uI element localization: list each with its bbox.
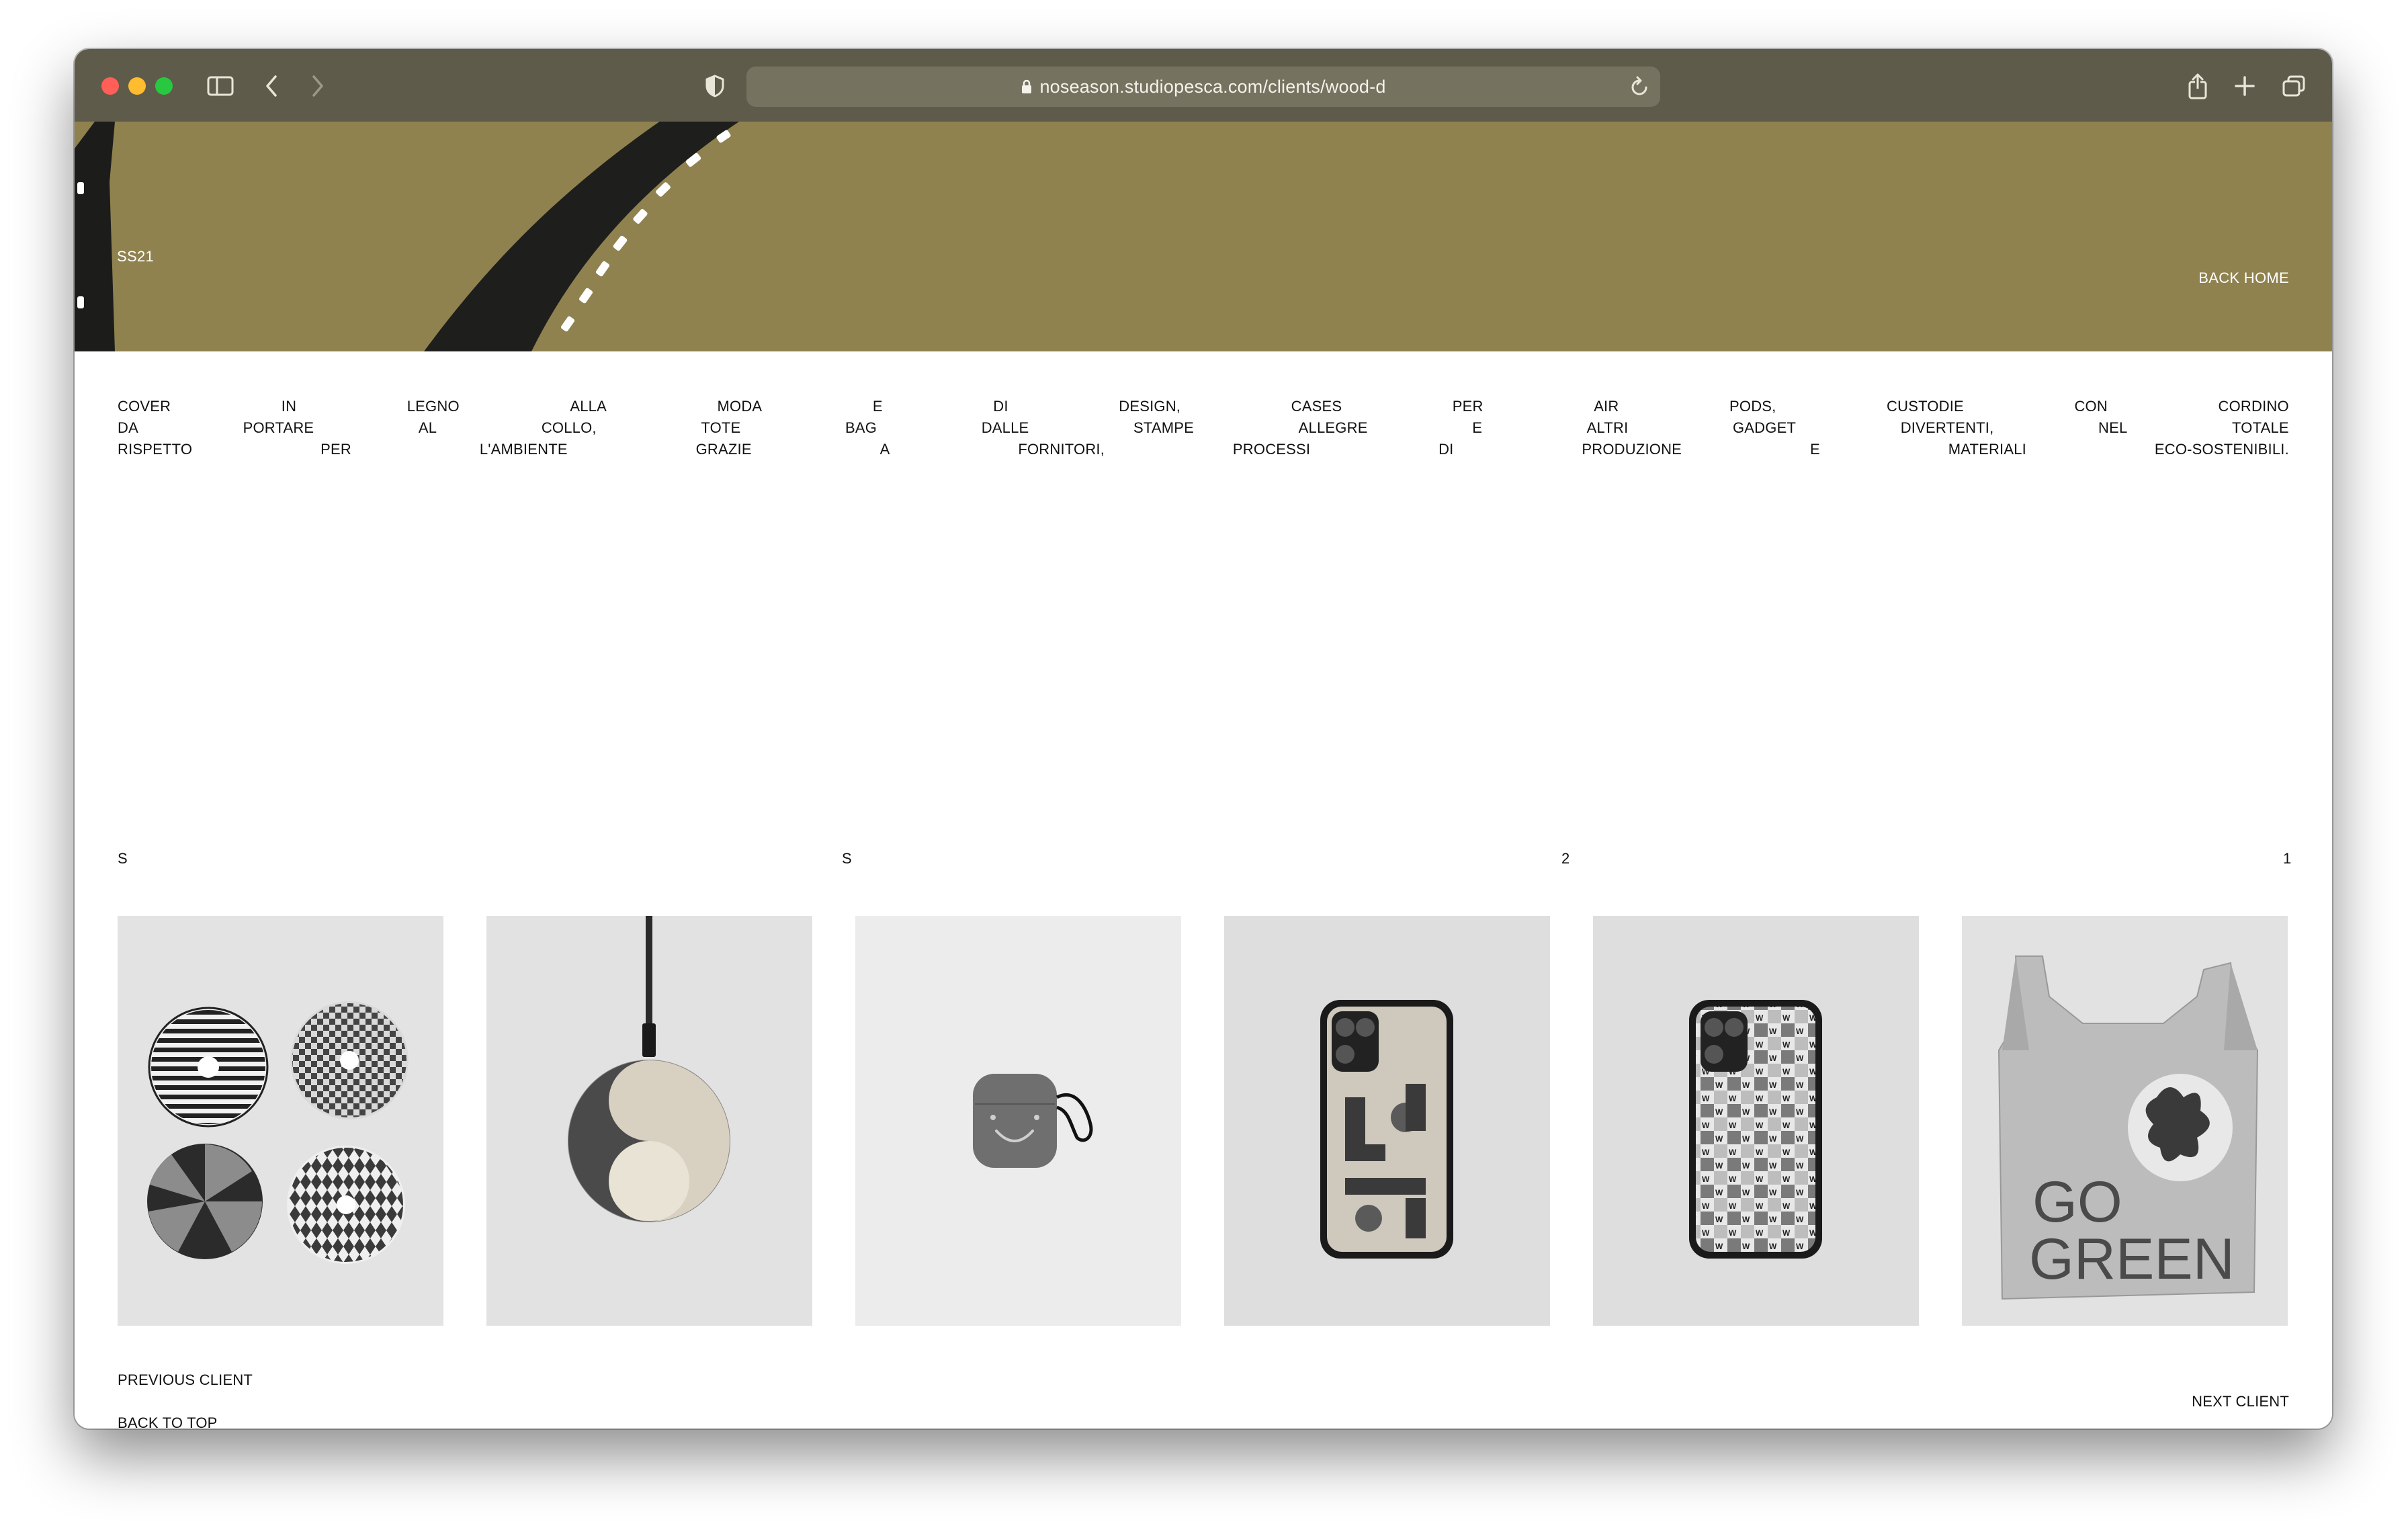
product-gallery: W W — [118, 916, 2289, 1326]
description-word: IN — [281, 398, 297, 415]
description-word: TOTE — [701, 419, 741, 436]
description-word: GADGET — [1733, 419, 1797, 436]
counter-char: S — [118, 850, 128, 867]
privacy-shield-icon[interactable] — [703, 69, 727, 103]
description-word: PORTARE — [243, 419, 314, 436]
gallery-item-tote-bag[interactable]: GO GREEN — [1962, 916, 2288, 1326]
reload-icon[interactable] — [1629, 76, 1649, 101]
description-line: DA PORTARE AL COLLO, TOTE BAG DALLE STAMPE ALLEG… — [118, 417, 2289, 439]
description-word: ECO-SOSTENIBILI. — [2154, 441, 2289, 458]
description-word: CUSTODIE — [1887, 398, 1964, 415]
description-word: PROCESSI — [1232, 441, 1311, 458]
page-content: COVER IN LEGNO ALLA MODA E DI DESIGN, CASES PER AI… — [75, 351, 2332, 1429]
description-word: ALTRI — [1586, 419, 1629, 436]
description-line: COVER IN LEGNO ALLA MODA E DI DESIGN, CASES PER AI… — [118, 396, 2289, 417]
forward-icon[interactable] — [306, 69, 330, 103]
description-word: L'AMBIENTE — [479, 441, 568, 458]
hero-track-graphic — [75, 122, 740, 351]
description-word: TOTALE — [2232, 419, 2289, 436]
hero-banner: SS21 BACK HOME — [75, 122, 2332, 351]
counter-char: 1 — [2283, 850, 2292, 867]
description-word: DALLE — [981, 419, 1029, 436]
description-word: AL — [418, 419, 437, 436]
description-word: DA — [118, 419, 138, 436]
back-home-link[interactable]: BACK HOME — [2198, 269, 2289, 287]
description-word: FORNITORI, — [1018, 441, 1105, 458]
season-label: SS21 — [117, 248, 155, 265]
gallery-item-wireless-charger[interactable] — [486, 916, 812, 1326]
lock-icon — [1021, 68, 1033, 108]
close-window-button[interactable] — [101, 77, 119, 95]
description-word: CASES — [1291, 398, 1342, 415]
counter-char: S — [842, 850, 852, 867]
description-word: RISPETTO — [118, 441, 193, 458]
previous-client-link[interactable]: PREVIOUS CLIENT — [118, 1371, 253, 1389]
browser-window: noseason.studiopesca.com/clients/wood-d — [75, 49, 2332, 1429]
description-word: A — [879, 441, 890, 458]
description-word: MODA — [717, 398, 763, 415]
description-word: DIVERTENTI, — [1900, 419, 1994, 436]
description-word: DI — [1438, 441, 1454, 458]
description-word: E — [872, 398, 883, 415]
gallery-item-coasters[interactable] — [118, 916, 443, 1326]
minimize-window-button[interactable] — [128, 77, 146, 95]
url-text: noseason.studiopesca.com/clients/wood-d — [1039, 77, 1386, 97]
description-word: NEL — [2098, 419, 2128, 436]
description-word: DESIGN, — [1119, 398, 1181, 415]
browser-toolbar: noseason.studiopesca.com/clients/wood-d — [75, 49, 2332, 123]
next-client-link[interactable]: NEXT CLIENT — [2192, 1393, 2289, 1410]
description-word: MATERIALI — [1948, 441, 2026, 458]
description-word: E — [1472, 419, 1483, 436]
description-word: ALLEGRE — [1298, 419, 1368, 436]
description-word: STAMPE — [1133, 419, 1195, 436]
description-word: COLLO, — [541, 419, 597, 436]
gallery-item-patterned-phone-case[interactable]: W W — [1593, 916, 1919, 1326]
description-word: PODS, — [1729, 398, 1776, 415]
gallery-item-airpods-case[interactable] — [855, 916, 1181, 1326]
share-icon[interactable] — [2184, 69, 2211, 103]
svg-text:GREEN: GREEN — [2029, 1227, 2235, 1291]
description-word: PER — [320, 441, 351, 458]
description-word: AIR — [1594, 398, 1619, 415]
new-tab-icon[interactable] — [2231, 69, 2258, 103]
description-word: GRAZIE — [695, 441, 752, 458]
description-word: DI — [993, 398, 1008, 415]
counter-char: 2 — [1561, 850, 1570, 867]
gallery-item-wooden-phone-case[interactable] — [1224, 916, 1550, 1326]
description-word: PRODUZIONE — [1582, 441, 1682, 458]
zoom-window-button[interactable] — [155, 77, 173, 95]
description-word: E — [1809, 441, 1820, 458]
sidebar-toggle-icon[interactable] — [206, 69, 235, 103]
description-word: PER — [1452, 398, 1484, 415]
back-icon[interactable] — [259, 69, 284, 103]
description-word: BAG — [845, 419, 877, 436]
address-bar[interactable]: noseason.studiopesca.com/clients/wood-d — [746, 67, 1660, 107]
client-description: COVER IN LEGNO ALLA MODA E DI DESIGN, CASES PER AI… — [118, 396, 2289, 460]
tote-print-text: GO — [2032, 1170, 2122, 1234]
description-word: ALLA — [570, 398, 607, 415]
description-line: RISPETTO PER L'AMBIENTE GRAZIE A FORNITORI, PR… — [118, 439, 2289, 460]
description-word: CORDINO — [2218, 398, 2289, 415]
tab-overview-icon[interactable] — [2280, 69, 2307, 103]
description-word: LEGNO — [406, 398, 460, 415]
description-word: COVER — [118, 398, 171, 415]
description-word: CON — [2074, 398, 2108, 415]
back-to-top-link[interactable]: BACK TO TOP — [118, 1414, 218, 1429]
